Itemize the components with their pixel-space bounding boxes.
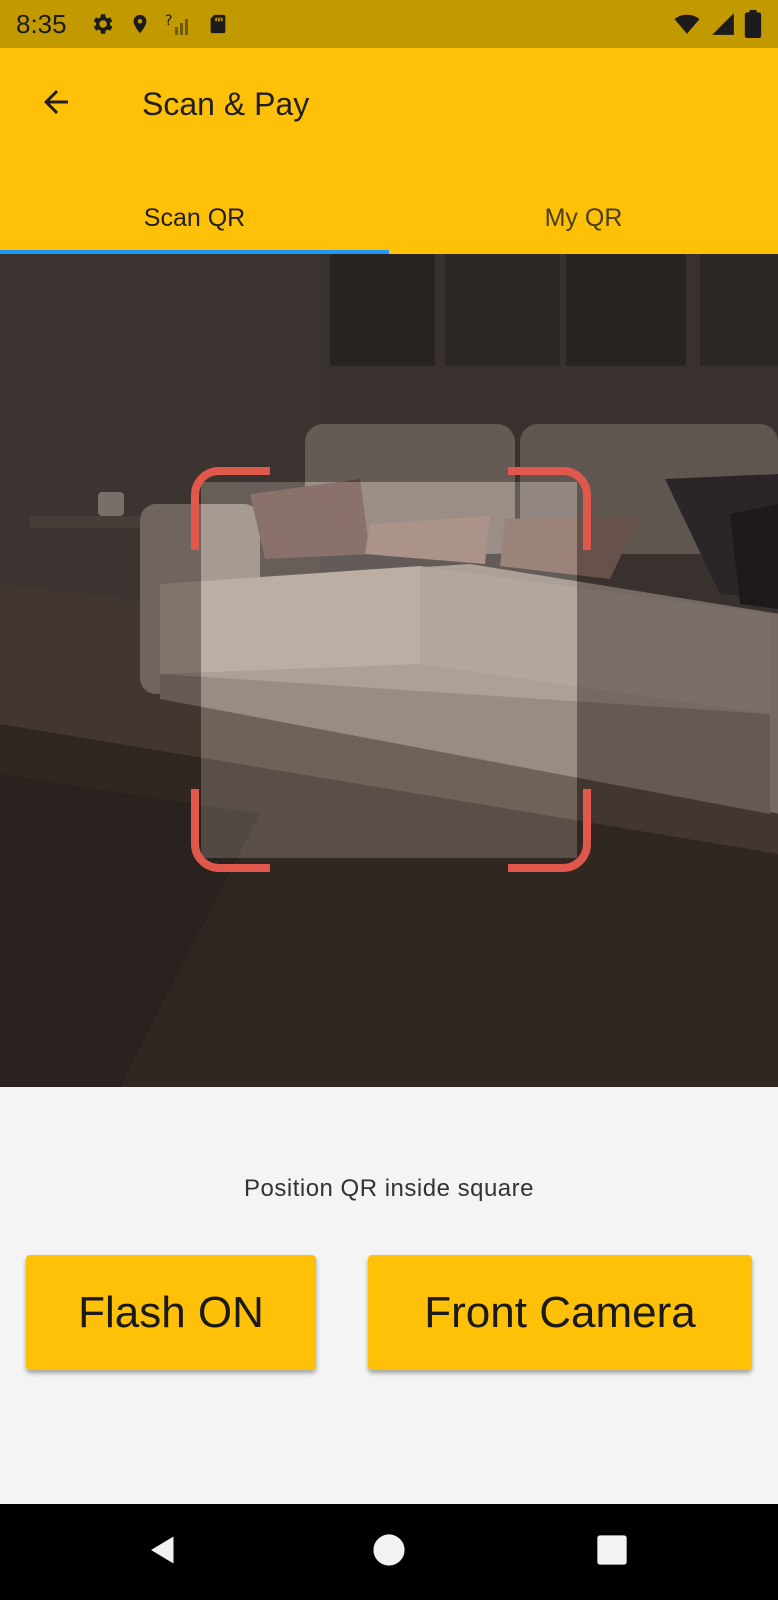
flash-button-label: Flash ON bbox=[78, 1287, 264, 1337]
app-bar: Scan & Pay Scan QR My QR bbox=[0, 48, 778, 254]
status-icons-left: ? bbox=[89, 11, 229, 37]
wifi-icon bbox=[672, 11, 702, 37]
back-button[interactable] bbox=[34, 82, 78, 126]
location-icon bbox=[129, 11, 151, 37]
settings-icon bbox=[89, 11, 115, 37]
navigation-bar bbox=[0, 1504, 778, 1600]
svg-text:?: ? bbox=[165, 13, 172, 29]
status-bar: 8:35 ? bbox=[0, 0, 778, 48]
battery-icon bbox=[744, 10, 762, 38]
page-title: Scan & Pay bbox=[142, 86, 310, 122]
nav-recents-button[interactable] bbox=[582, 1522, 642, 1582]
arrow-back-icon bbox=[38, 84, 74, 125]
tab-label: Scan QR bbox=[143, 203, 246, 232]
back-triangle-icon bbox=[145, 1532, 181, 1573]
tab-my-qr[interactable]: My QR bbox=[389, 182, 778, 254]
status-time: 8:35 bbox=[16, 8, 67, 39]
tab-scan-qr[interactable]: Scan QR bbox=[0, 182, 389, 254]
nav-back-button[interactable] bbox=[133, 1522, 193, 1582]
recents-square-icon bbox=[596, 1534, 628, 1571]
no-signal-icon: ? bbox=[165, 11, 193, 37]
status-icons-right bbox=[672, 10, 762, 38]
scan-hint: Position QR inside square bbox=[244, 1175, 534, 1202]
camera-preview[interactable] bbox=[0, 254, 778, 1087]
cell-signal-icon bbox=[710, 11, 736, 37]
front-camera-button-label: Front Camera bbox=[424, 1287, 696, 1337]
front-camera-button[interactable]: Front Camera bbox=[368, 1255, 752, 1370]
tab-label: My QR bbox=[544, 203, 623, 232]
tab-bar: Scan QR My QR bbox=[0, 182, 778, 254]
home-circle-icon bbox=[372, 1533, 406, 1572]
sd-card-icon bbox=[207, 11, 229, 37]
nav-home-button[interactable] bbox=[359, 1522, 419, 1582]
scan-overlay bbox=[0, 254, 778, 1087]
flash-on-button[interactable]: Flash ON bbox=[26, 1255, 316, 1370]
